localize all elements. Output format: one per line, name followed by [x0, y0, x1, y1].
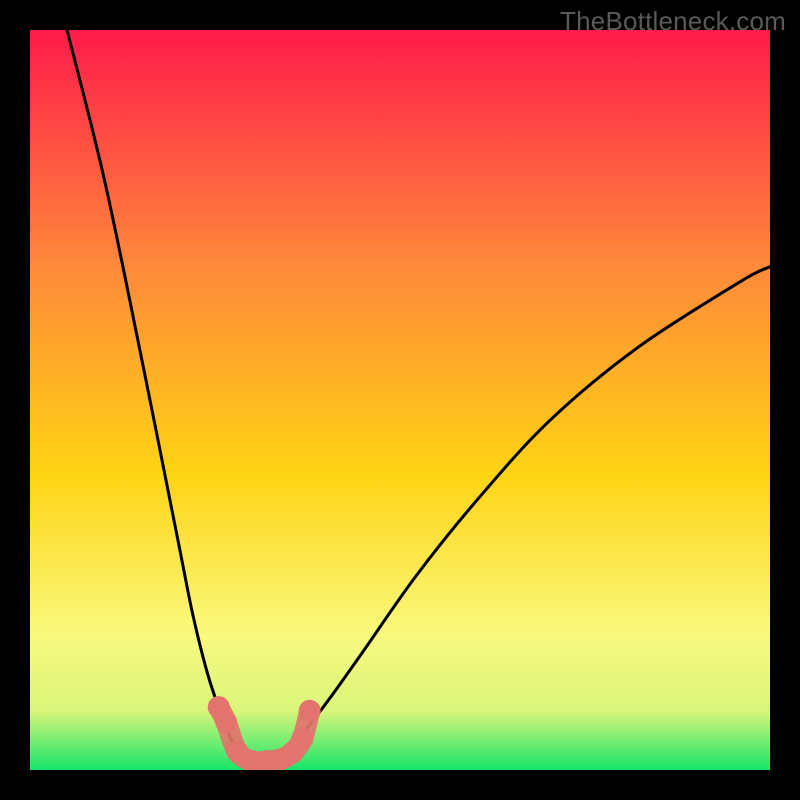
marker-dot [215, 711, 237, 733]
gradient-background [30, 30, 770, 770]
chart-svg [30, 30, 770, 770]
plot-area [30, 30, 770, 770]
marker-dot [291, 728, 313, 750]
watermark-text: TheBottleneck.com [560, 6, 786, 37]
marker-dot [299, 700, 321, 722]
outer-frame: TheBottleneck.com [0, 0, 800, 800]
